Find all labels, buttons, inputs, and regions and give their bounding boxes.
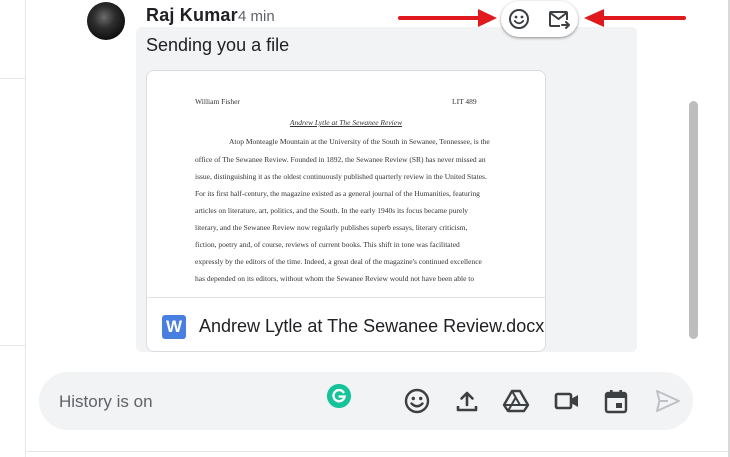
add-reaction-icon[interactable] xyxy=(507,7,531,31)
message-composer[interactable]: History is on xyxy=(39,372,693,430)
doc-line: has depended on its editors, without who… xyxy=(195,274,475,283)
doc-line: fiction, poetry and, of course, reviews … xyxy=(195,240,460,249)
word-doc-icon: W xyxy=(162,315,186,339)
left-rail xyxy=(0,0,26,457)
google-drive-icon[interactable] xyxy=(502,387,530,415)
file-name-row[interactable]: W Andrew Lytle at The Sewanee Review.doc… xyxy=(147,297,545,351)
message-input[interactable]: History is on xyxy=(59,392,153,412)
forward-to-inbox-icon[interactable] xyxy=(547,7,571,31)
doc-course: LIT 489 xyxy=(452,97,477,106)
doc-author: William Fisher xyxy=(195,97,240,106)
emoji-icon[interactable] xyxy=(403,387,431,415)
annotation-arrow-right-icon xyxy=(398,9,497,27)
doc-line: literary, and the Sewanee Review now reg… xyxy=(195,223,468,232)
upload-icon[interactable] xyxy=(453,387,481,415)
doc-line: For its first half-century, the magazine… xyxy=(195,189,480,198)
message-hover-actions xyxy=(501,1,578,37)
send-icon[interactable] xyxy=(654,387,682,415)
doc-title: Andrew Lytle at The Sewanee Review xyxy=(289,118,403,127)
message-timestamp: 4 min xyxy=(238,8,275,25)
message-text: Sending you a file xyxy=(146,35,290,55)
annotation-arrow-left-icon xyxy=(584,9,686,27)
doc-line: articles on literature, art, politics, a… xyxy=(195,206,469,215)
calendar-icon[interactable] xyxy=(602,387,630,415)
rail-divider xyxy=(0,345,26,346)
file-name[interactable]: Andrew Lytle at The Sewanee Review.docx xyxy=(199,316,544,337)
doc-line: issue, distinguishing it as the oldest c… xyxy=(195,172,487,181)
rail-divider xyxy=(0,78,26,79)
doc-line: Atop Monteagle Mountain at the Universit… xyxy=(229,137,490,146)
doc-line: expressly by the editors of the time. In… xyxy=(195,257,482,266)
grammarly-icon[interactable] xyxy=(327,384,351,408)
scrollbar-thumb[interactable] xyxy=(689,101,698,339)
document-preview[interactable]: William Fisher LIT 489 Andrew Lytle at T… xyxy=(147,71,545,297)
bottom-divider xyxy=(26,451,728,452)
file-attachment-card[interactable]: William Fisher LIT 489 Andrew Lytle at T… xyxy=(146,70,546,352)
sender-name: Raj Kumar xyxy=(146,5,238,25)
video-meet-icon[interactable] xyxy=(553,387,581,415)
avatar[interactable] xyxy=(87,2,125,40)
doc-line: office of The Sewanee Review. Founded in… xyxy=(195,155,486,164)
